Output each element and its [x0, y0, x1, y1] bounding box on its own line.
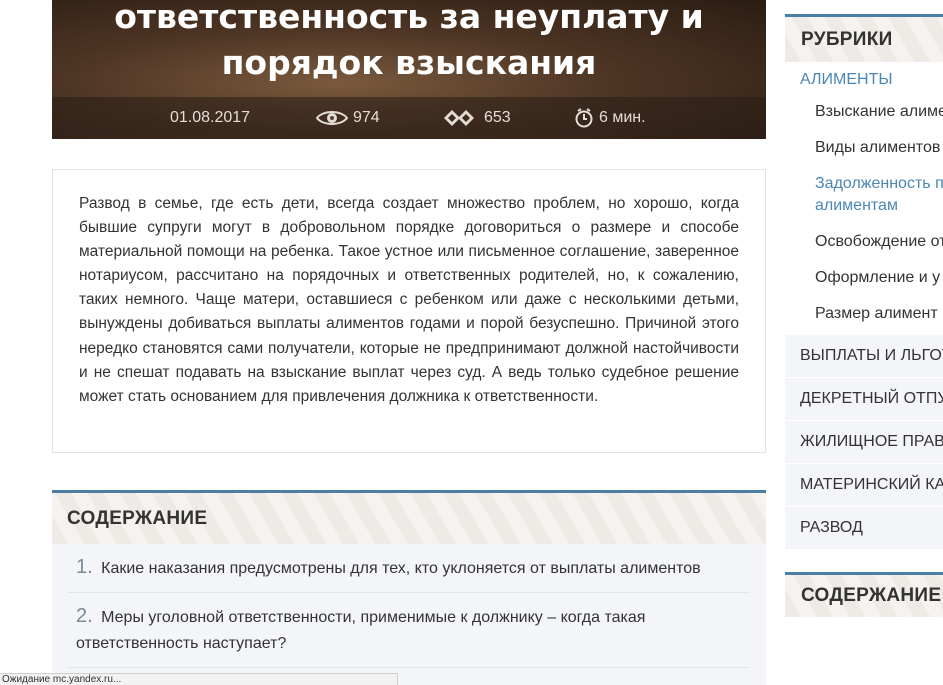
sidebar-category-group: АЛИМЕНТЫ Взыскание алиментов Виды алимен… [785, 62, 943, 325]
sidebar-contents-title: СОДЕРЖАНИЕ [801, 585, 942, 606]
article-meta: 01.08.2017 974 653 6 мин. [52, 97, 766, 139]
article-intro: Развод в семье, где есть дети, всегда со… [52, 169, 766, 453]
read-time-text: 6 мин. [599, 109, 646, 126]
article-hero: ответственность за неуплату и порядок вз… [52, 0, 766, 139]
publish-date: 01.08.2017 [170, 97, 250, 139]
intro-paragraph: Развод в семье, где есть дети, всегда со… [79, 195, 739, 405]
sidebar-rubrics-header: РУБРИКИ [785, 14, 943, 62]
comments-icon [443, 109, 479, 127]
clock-icon [574, 108, 594, 128]
toc-item-number: 1. [76, 556, 93, 578]
comments-counter: 653 [443, 97, 511, 139]
article-title-line-1: ответственность за неуплату и [114, 0, 704, 36]
sidebar-contents-header: СОДЕРЖАНИЕ [785, 572, 943, 617]
sidebar-subitem-amount[interactable]: Размер алимент [785, 303, 943, 325]
comments-count: 653 [484, 109, 511, 126]
toc-header: СОДЕРЖАНИЕ [52, 490, 766, 544]
toc-item-number: 2. [76, 605, 93, 627]
toc-item-link[interactable]: Какие наказания предусмотрены для тех, к… [101, 560, 701, 577]
sidebar-item-housing-law[interactable]: ЖИЛИЩНОЕ ПРАВО [785, 421, 943, 464]
sidebar-item-alimony[interactable]: АЛИМЕНТЫ [785, 62, 943, 98]
eye-icon [316, 109, 348, 127]
toc-item-link[interactable]: Меры уголовной ответственности, применим… [76, 609, 645, 652]
article-title: ответственность за неуплату и порядок вз… [52, 0, 766, 86]
toc-title: СОДЕРЖАНИЕ [67, 507, 208, 529]
read-time: 6 мин. [574, 97, 646, 139]
publish-date-text: 01.08.2017 [170, 109, 251, 126]
views-count: 974 [353, 109, 380, 126]
sidebar-subitem-registration[interactable]: Оформление и у [785, 267, 943, 289]
sidebar-subitem-debt[interactable]: Задолженность по алиментам [785, 173, 943, 217]
browser-status-bar: Ожидание mc.yandex.ru... [0, 673, 398, 685]
sidebar: РУБРИКИ АЛИМЕНТЫ Взыскание алиментов Вид… [785, 14, 943, 685]
sidebar-item-maternity-capital[interactable]: МАТЕРИНСКИЙ КАПИТАЛ [785, 464, 943, 507]
views-counter: 974 [316, 97, 380, 139]
toc-item-1[interactable]: 1. Какие наказания предусмотрены для тех… [68, 544, 750, 593]
sidebar-subitem-types[interactable]: Виды алиментов [785, 137, 943, 159]
table-of-contents: СОДЕРЖАНИЕ 1. Какие наказания предусмотр… [52, 490, 766, 685]
sidebar-subitem-collection[interactable]: Взыскание алиментов [785, 101, 943, 123]
article-title-line-2: порядок взыскания [221, 43, 597, 82]
page: ответственность за неуплату и порядок вз… [0, 0, 943, 685]
sidebar-item-payments[interactable]: ВЫПЛАТЫ И ЛЬГОТЫ [785, 335, 943, 378]
sidebar-item-divorce[interactable]: РАЗВОД [785, 507, 943, 550]
toc-item-2[interactable]: 2. Меры уголовной ответственности, приме… [68, 593, 750, 668]
sidebar-item-maternity-leave[interactable]: ДЕКРЕТНЫЙ ОТПУСК [785, 378, 943, 421]
sidebar-subitem-exemption[interactable]: Освобождение от [785, 231, 943, 253]
sidebar-rubrics-title: РУБРИКИ [801, 28, 893, 50]
